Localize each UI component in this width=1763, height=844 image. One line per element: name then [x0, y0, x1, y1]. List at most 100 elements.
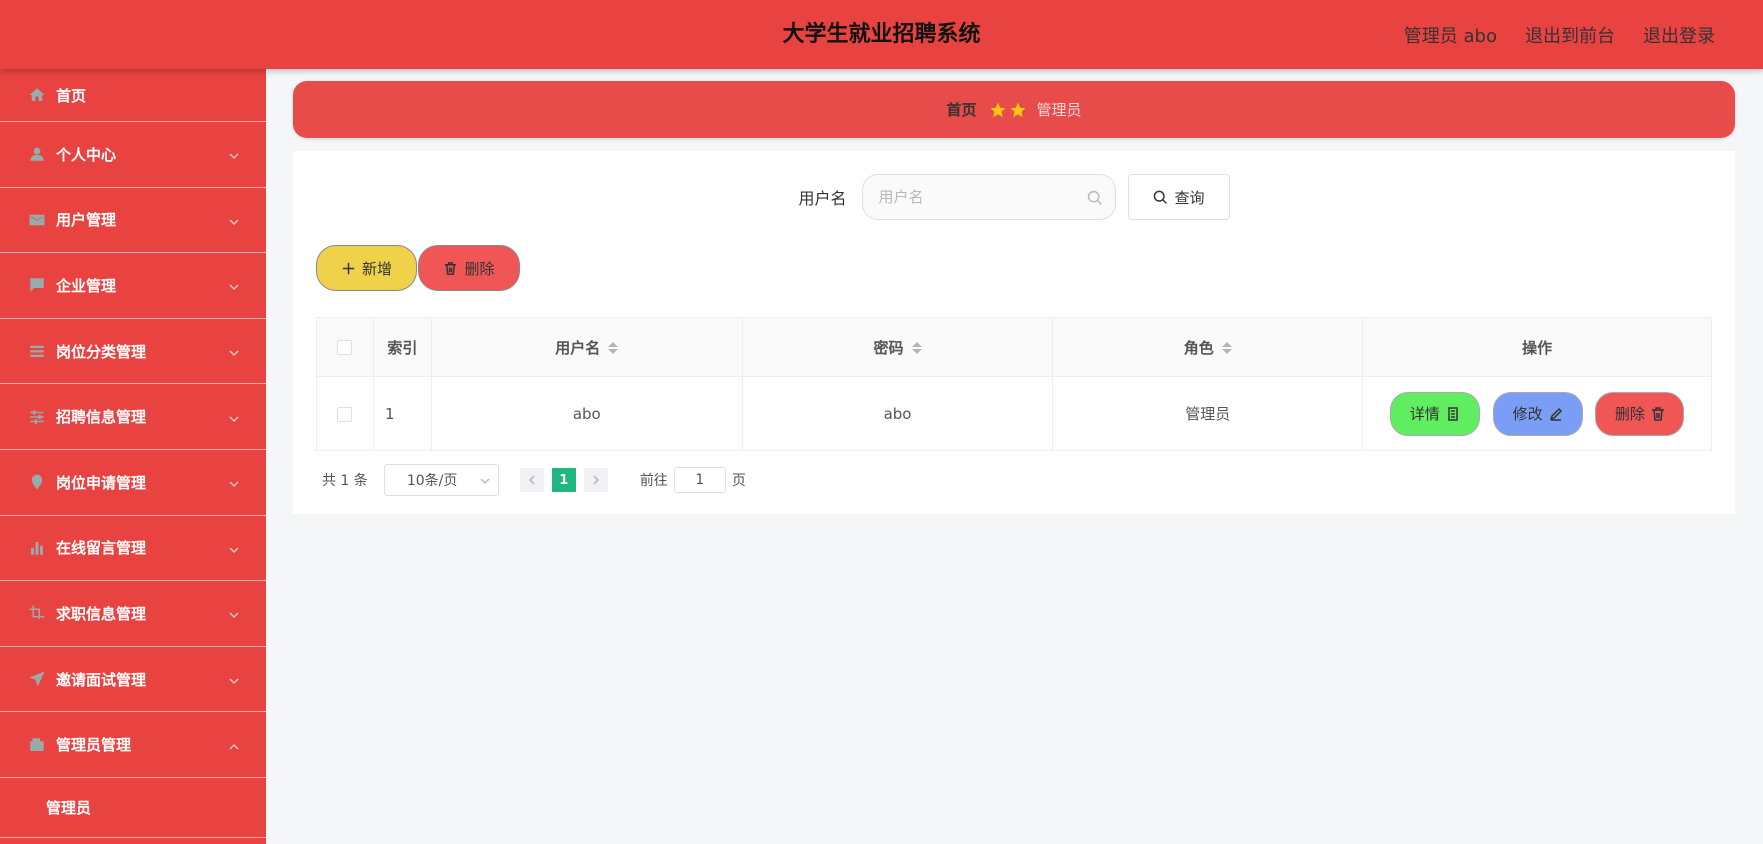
prev-page-button[interactable]: [519, 468, 544, 492]
mail-icon: [28, 211, 46, 229]
pagination: 共 1 条 10条/页 1 前往 页: [322, 464, 746, 496]
sidebar-item-label: 企业管理: [56, 276, 117, 295]
chevron-down-icon: [228, 607, 240, 619]
sidebar-item-job-application-management[interactable]: 岗位申请管理: [0, 450, 266, 516]
list-icon: [28, 342, 46, 360]
sidebar-item-job-category-management[interactable]: 岗位分类管理: [0, 319, 266, 385]
admin-table: 索引 用户名 密码 角色 操作 1 abo abo 管理员 详情 修改 删除: [316, 317, 1712, 451]
chevron-up-icon: [228, 739, 240, 751]
column-header-label: 密码: [873, 338, 904, 357]
main-panel: 用户名 查询 新增 删除 索引 用户名 密码: [293, 151, 1735, 514]
exit-to-front-link[interactable]: 退出到前台: [1525, 22, 1615, 48]
search-box: [861, 174, 1116, 220]
column-header-username[interactable]: 用户名: [430, 317, 743, 377]
breadcrumb-home[interactable]: 首页: [946, 99, 976, 120]
sort-icon[interactable]: [608, 342, 619, 354]
sidebar-item-user-management[interactable]: 用户管理: [0, 188, 266, 254]
cell-username: abo: [430, 376, 743, 451]
delete-button[interactable]: 删除: [1595, 391, 1685, 436]
cell-index: 1: [372, 376, 432, 451]
page-unit-label: 页: [731, 473, 746, 489]
header-user-area: 管理员 abo 退出到前台 退出登录: [1404, 0, 1715, 69]
column-header-label: 用户名: [555, 338, 601, 357]
trash-icon: [1651, 406, 1664, 421]
goto-page-input[interactable]: [673, 467, 726, 493]
sidebar-item-company-management[interactable]: 企业管理: [0, 253, 266, 319]
chevron-left-icon: [528, 475, 535, 485]
page-size-value: 10条/页: [406, 473, 458, 489]
sidebar-item-home[interactable]: 首页: [0, 69, 266, 122]
chevron-down-icon: [228, 673, 240, 685]
column-header-label: 角色: [1183, 338, 1214, 357]
sort-icon[interactable]: [911, 342, 922, 354]
sidebar-item-job-seeking-info-management[interactable]: 求职信息管理: [0, 581, 266, 647]
cell-role: 管理员: [1052, 376, 1364, 451]
add-button[interactable]: 新增: [316, 245, 417, 291]
sidebar-item-interview-invitation-management[interactable]: 邀请面试管理: [0, 647, 266, 713]
page-number-1[interactable]: 1: [551, 468, 576, 492]
sidebar: 首页 个人中心 用户管理 企业管理 岗位分类管理 招聘信息管理 岗位申请管理 在…: [0, 69, 266, 844]
goto-label: 前往: [639, 473, 668, 489]
message-icon: [28, 276, 46, 294]
batch-delete-button[interactable]: 删除: [418, 245, 520, 291]
delete-button-label: 删除: [1614, 405, 1645, 423]
column-header-role[interactable]: 角色: [1052, 317, 1364, 377]
sidebar-item-label: 用户管理: [56, 211, 117, 230]
sidebar-item-admin-management[interactable]: 管理员管理: [0, 712, 266, 778]
breadcrumb-current: 管理员: [1036, 101, 1082, 119]
chevron-down-icon: [228, 476, 240, 488]
sidebar-item-label: 首页: [56, 86, 87, 105]
chevron-right-icon: [593, 475, 599, 485]
detail-button-label: 详情: [1409, 405, 1440, 423]
crop-icon: [28, 604, 46, 622]
sidebar-item-label: 岗位申请管理: [56, 473, 147, 492]
next-page-button[interactable]: [583, 468, 608, 492]
location-icon: [28, 473, 46, 491]
bar-chart-icon: [28, 539, 46, 557]
sidebar-item-label: 邀请面试管理: [56, 670, 147, 689]
breadcrumb: 首页 管理员: [293, 81, 1735, 138]
search-icon: [1086, 189, 1103, 206]
logout-link[interactable]: 退出登录: [1643, 22, 1715, 48]
edit-button[interactable]: 修改: [1492, 391, 1583, 436]
table-row: 1 abo abo 管理员 详情 修改 删除: [316, 376, 1712, 451]
sidebar-subitem-admin[interactable]: 管理员: [0, 778, 266, 838]
send-icon: [28, 670, 46, 688]
chevron-down-icon: [228, 411, 240, 423]
user-icon: [28, 145, 46, 163]
trash-icon: [445, 261, 457, 275]
chevron-down-icon: [228, 345, 240, 357]
cell-password: abo: [741, 376, 1054, 451]
edit-button-label: 修改: [1512, 405, 1543, 423]
sidebar-item-label: 岗位分类管理: [56, 342, 147, 361]
sidebar-item-online-message-management[interactable]: 在线留言管理: [0, 516, 266, 582]
sidebar-item-label: 在线留言管理: [56, 539, 147, 558]
chevron-down-icon: [228, 214, 240, 226]
cell-actions: 详情 修改 删除: [1362, 376, 1712, 451]
sidebar-item-label: 管理员管理: [56, 736, 132, 755]
chevron-down-icon: [228, 279, 240, 291]
column-header-actions: 操作: [1362, 317, 1712, 377]
table-header-row: 索引 用户名 密码 角色 操作: [316, 317, 1712, 377]
document-icon: [1448, 406, 1458, 421]
select-all-cell: [316, 317, 374, 377]
search-icon: [1154, 190, 1168, 204]
page-size-select[interactable]: 10条/页: [383, 464, 499, 496]
action-bar: 新增 删除: [316, 245, 520, 291]
star-icon: [990, 102, 1005, 117]
sidebar-item-recruitment-info-management[interactable]: 招聘信息管理: [0, 384, 266, 450]
select-all-checkbox[interactable]: [337, 340, 353, 355]
column-header-password[interactable]: 密码: [741, 317, 1054, 377]
sidebar-item-personal-center[interactable]: 个人中心: [0, 122, 266, 188]
add-button-label: 新增: [361, 259, 392, 278]
query-button[interactable]: 查询: [1127, 174, 1230, 220]
search-input[interactable]: [862, 175, 1115, 219]
row-checkbox[interactable]: [337, 406, 353, 422]
batch-delete-button-label: 删除: [464, 259, 495, 278]
edit-icon: [1549, 407, 1562, 421]
sort-icon[interactable]: [1221, 342, 1232, 354]
plus-icon: [342, 262, 355, 274]
detail-button[interactable]: 详情: [1389, 391, 1480, 436]
chevron-down-icon: [228, 542, 240, 554]
sidebar-item-label: 个人中心: [56, 145, 117, 164]
